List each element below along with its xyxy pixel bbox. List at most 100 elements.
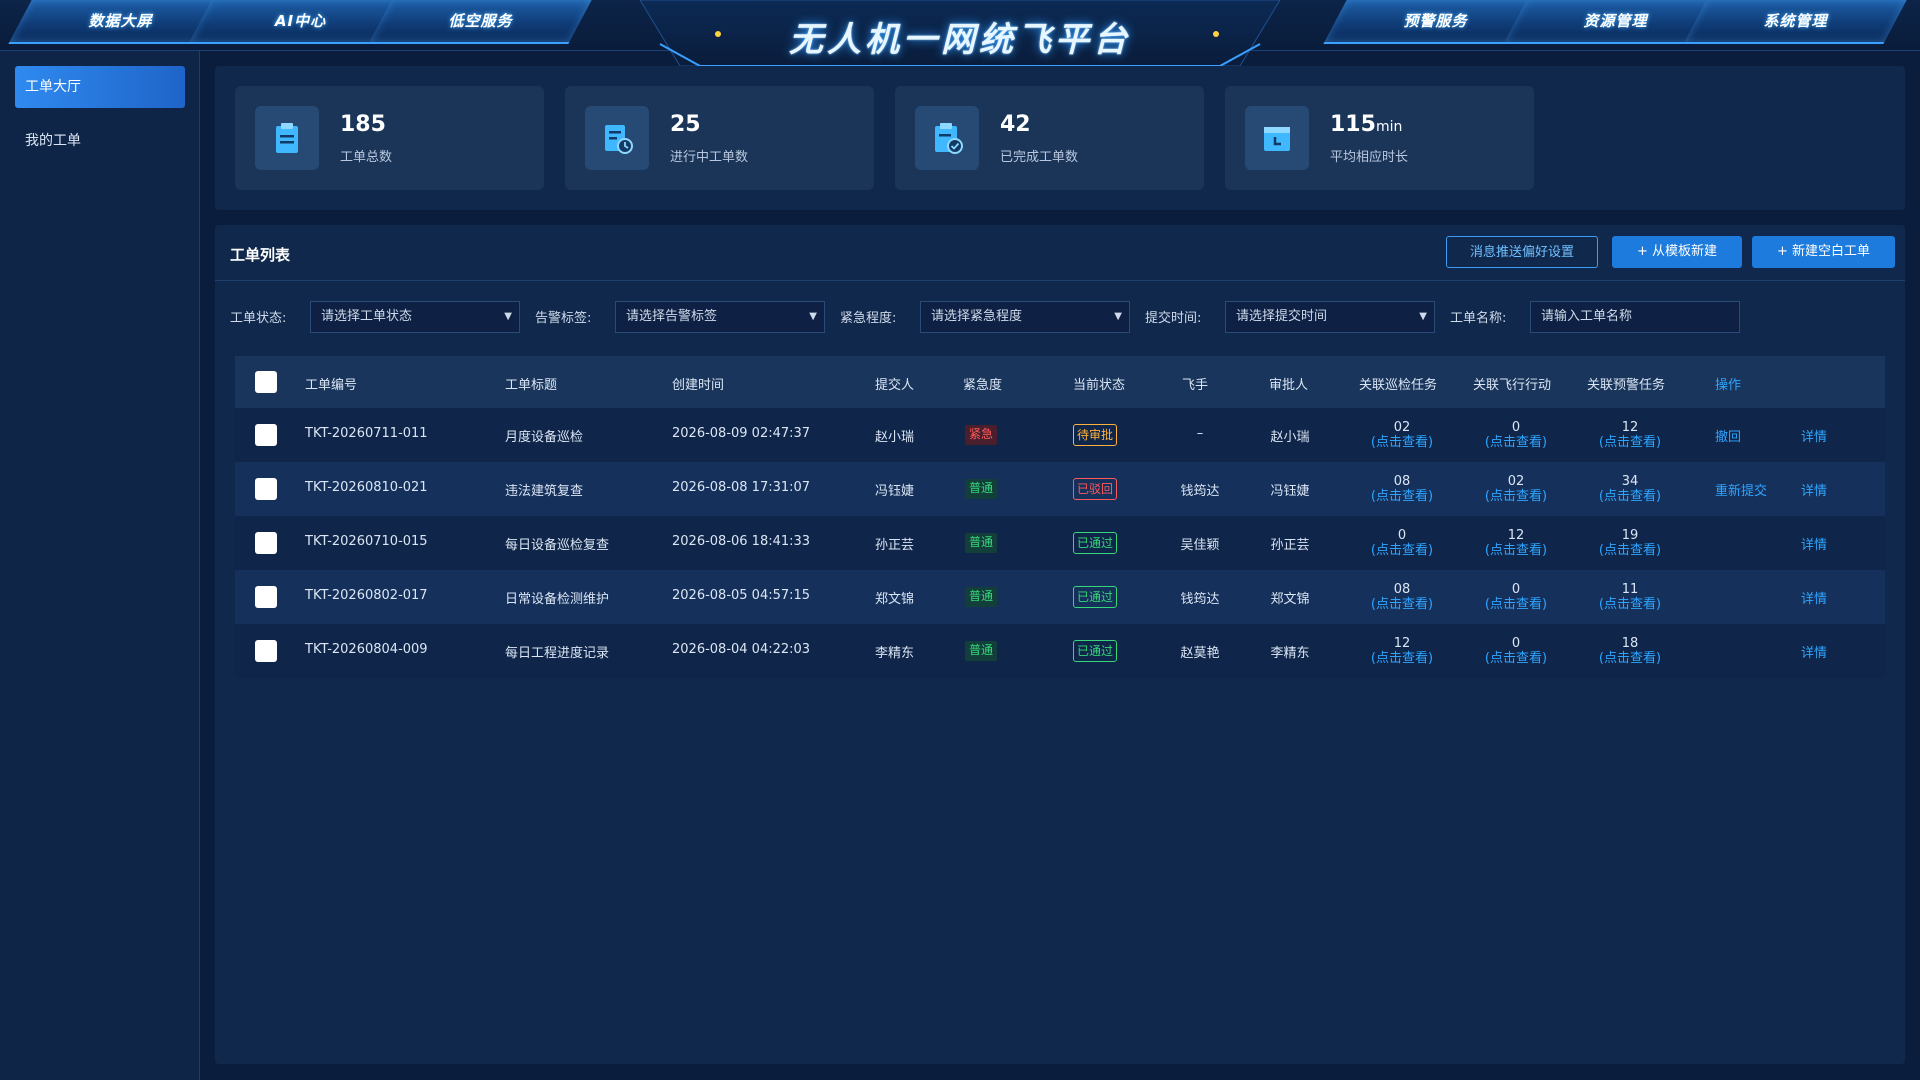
cell-submitter: 冯钰婕 xyxy=(875,484,915,499)
patrol-count: 12 xyxy=(1393,636,1411,651)
stat-label: 已完成工单数 xyxy=(1000,150,1079,165)
view-patrol-link[interactable]: (点击查看) xyxy=(1347,651,1457,666)
header-title: 工单标题 xyxy=(505,378,558,393)
cell-submitter: 郑文锦 xyxy=(875,592,915,607)
cell-pilot: 钱筠达 xyxy=(1180,592,1220,607)
cell-approver: 孙正芸 xyxy=(1270,538,1310,553)
stat-label: 工单总数 xyxy=(340,150,393,165)
view-alert-link[interactable]: (点击查看) xyxy=(1575,435,1685,450)
view-flight-link[interactable]: (点击查看) xyxy=(1461,651,1571,666)
urgency-filter-select[interactable]: 请选择紧急程度 ▼ xyxy=(920,301,1130,333)
caret-down-icon: ▼ xyxy=(1114,311,1122,322)
status-badge: 已通过 xyxy=(1073,586,1118,608)
sidebar: 工单大厅 我的工单 xyxy=(0,51,200,1080)
row-checkbox[interactable] xyxy=(255,586,277,608)
cell-submitter: 赵小瑞 xyxy=(875,430,915,445)
header-flight: 关联飞行行动 xyxy=(1473,378,1552,393)
header-id: 工单编号 xyxy=(305,378,358,393)
urgency-badge: 普通 xyxy=(965,641,998,661)
cell-patrol: 08 (点击查看) xyxy=(1347,582,1457,612)
stat-label: 平均相应时长 xyxy=(1330,150,1409,165)
row-checkbox[interactable] xyxy=(255,640,277,662)
flight-count: 0 xyxy=(1511,420,1521,435)
urgency-filter-label: 紧急程度: xyxy=(840,311,897,326)
caret-down-icon: ▼ xyxy=(504,311,512,322)
detail-link[interactable]: 详情 xyxy=(1801,480,1827,499)
cell-patrol: 08 (点击查看) xyxy=(1347,474,1457,504)
header-approver: 审批人 xyxy=(1269,378,1309,393)
urgency-badge: 紧急 xyxy=(965,425,998,445)
alarm-tag-filter-label: 告警标签: xyxy=(535,311,592,326)
cell-flight: 0 (点击查看) xyxy=(1461,420,1571,450)
row-action-link[interactable]: 重新提交 xyxy=(1715,480,1767,499)
list-title: 工单列表 xyxy=(230,246,291,264)
urgency-badge: 普通 xyxy=(965,533,998,553)
header-ops: 操作 xyxy=(1715,378,1742,393)
message-push-preferences-button[interactable]: 消息推送偏好设置 xyxy=(1446,236,1598,268)
view-alert-link[interactable]: (点击查看) xyxy=(1575,489,1685,504)
view-patrol-link[interactable]: (点击查看) xyxy=(1347,543,1457,558)
detail-link[interactable]: 详情 xyxy=(1801,426,1827,445)
header-created: 创建时间 xyxy=(672,378,725,393)
status-badge: 已通过 xyxy=(1073,532,1118,554)
cell-id: TKT-20260710-015 xyxy=(305,534,428,549)
status-filter-select[interactable]: 请选择工单状态 ▼ xyxy=(310,301,520,333)
row-checkbox[interactable] xyxy=(255,478,277,500)
nav-tab-low-altitude-service[interactable]: 低空服务 xyxy=(368,0,592,44)
table-row: TKT-20260810-021 违法建筑复查 2026-08-08 17:31:0… xyxy=(235,462,1885,516)
stat-card-avg-response: 115min 平均相应时长 xyxy=(1225,86,1534,190)
submit-time-filter-select[interactable]: 请选择提交时间 ▼ xyxy=(1225,301,1435,333)
view-alert-link[interactable]: (点击查看) xyxy=(1575,597,1685,612)
header-alert: 关联预警任务 xyxy=(1587,378,1666,393)
detail-link[interactable]: 详情 xyxy=(1801,642,1827,661)
view-patrol-link[interactable]: (点击查看) xyxy=(1347,435,1457,450)
patrol-count: 08 xyxy=(1393,582,1411,597)
sidebar-item-ticket-hall[interactable]: 工单大厅 xyxy=(15,66,185,108)
view-flight-link[interactable]: (点击查看) xyxy=(1461,543,1571,558)
sidebar-item-my-tickets[interactable]: 我的工单 xyxy=(15,120,185,162)
cell-approver: 郑文锦 xyxy=(1270,592,1310,607)
table-row: TKT-20260802-017 日常设备检测维护 2026-08-05 04:57… xyxy=(235,570,1885,624)
nav-tab-system-management[interactable]: 系统管理 xyxy=(1683,0,1907,44)
view-patrol-link[interactable]: (点击查看) xyxy=(1347,597,1457,612)
detail-link[interactable]: 详情 xyxy=(1801,588,1827,607)
view-flight-link[interactable]: (点击查看) xyxy=(1461,489,1571,504)
stat-value: 185 xyxy=(340,112,386,137)
clipboard-check-icon xyxy=(915,106,979,170)
cell-approver: 李精东 xyxy=(1270,646,1310,661)
cell-title: 每日工程进度记录 xyxy=(505,646,610,661)
patrol-count: 08 xyxy=(1393,474,1411,489)
view-flight-link[interactable]: (点击查看) xyxy=(1461,435,1571,450)
view-alert-link[interactable]: (点击查看) xyxy=(1575,543,1685,558)
divider xyxy=(215,280,1905,281)
row-action-link[interactable]: 撤回 xyxy=(1715,426,1741,445)
table-header: 工单编号 工单标题 创建时间 提交人 紧急度 当前状态 飞手 审批人 关联巡检任… xyxy=(235,356,1885,408)
row-checkbox[interactable] xyxy=(255,424,277,446)
select-all-checkbox[interactable] xyxy=(255,371,277,393)
create-from-template-button[interactable]: + 从模板新建 xyxy=(1612,236,1742,268)
create-blank-ticket-button[interactable]: + 新建空白工单 xyxy=(1752,236,1895,268)
alert-count: 18 xyxy=(1621,636,1639,651)
submit-time-filter-label: 提交时间: xyxy=(1145,311,1202,326)
stat-value: 25 xyxy=(670,112,701,137)
cell-created: 2026-08-05 04:57:15 xyxy=(672,588,811,603)
status-badge: 待审批 xyxy=(1073,424,1118,446)
view-patrol-link[interactable]: (点击查看) xyxy=(1347,489,1457,504)
clipboard-icon xyxy=(255,106,319,170)
row-checkbox[interactable] xyxy=(255,532,277,554)
cell-id: TKT-20260711-011 xyxy=(305,426,428,441)
status-badge: 已驳回 xyxy=(1073,478,1118,500)
view-flight-link[interactable]: (点击查看) xyxy=(1461,597,1571,612)
nav-tab-label: 低空服务 xyxy=(448,12,513,30)
name-filter-input[interactable]: 请输入工单名称 xyxy=(1530,301,1740,333)
nav-tab-label: 数据大屏 xyxy=(88,12,153,30)
cell-alert: 12 (点击查看) xyxy=(1575,420,1685,450)
table-row: TKT-20260711-011 月度设备巡检 2026-08-09 02:47:3… xyxy=(235,408,1885,462)
view-alert-link[interactable]: (点击查看) xyxy=(1575,651,1685,666)
stat-label: 进行中工单数 xyxy=(670,150,749,165)
alarm-tag-filter-select[interactable]: 请选择告警标签 ▼ xyxy=(615,301,825,333)
calendar-clock-icon xyxy=(1245,106,1309,170)
cell-title: 月度设备巡检 xyxy=(505,430,584,445)
cell-title: 日常设备检测维护 xyxy=(505,592,610,607)
detail-link[interactable]: 详情 xyxy=(1801,534,1827,553)
